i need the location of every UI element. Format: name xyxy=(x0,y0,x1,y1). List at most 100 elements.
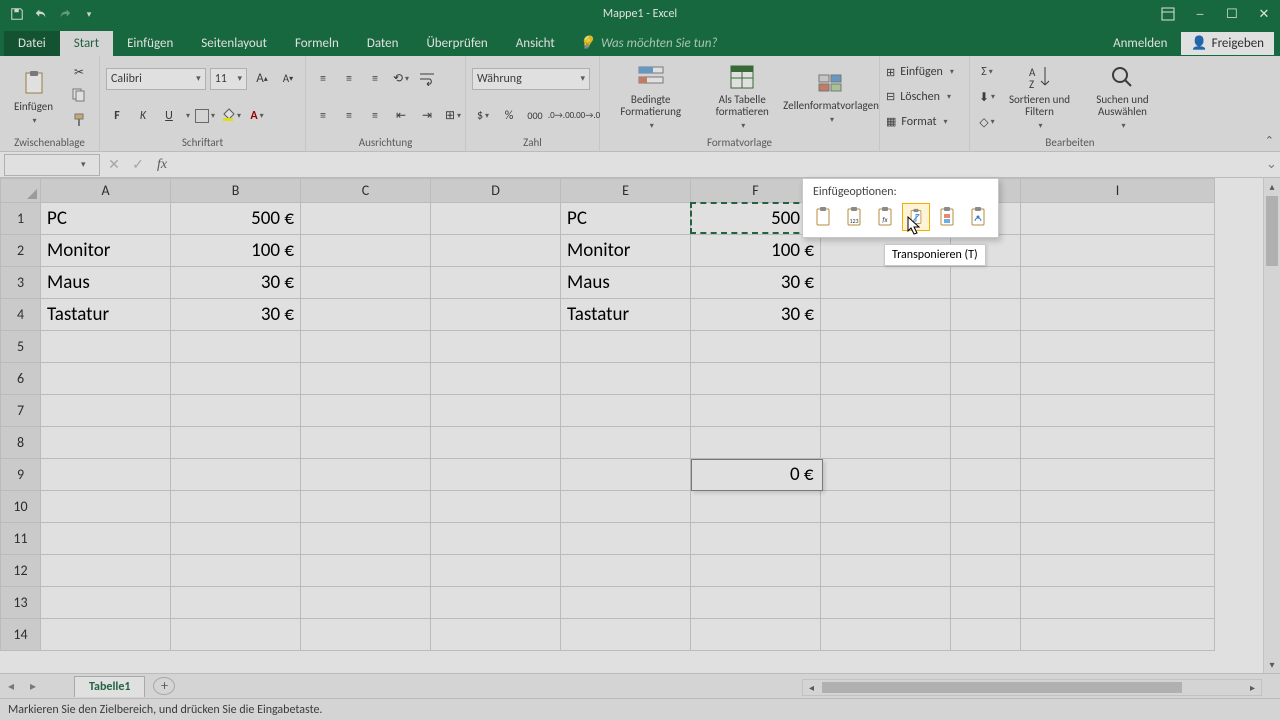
row-header-1[interactable]: 1 xyxy=(1,203,41,235)
cell-I6[interactable] xyxy=(1021,363,1215,395)
cell-H8[interactable] xyxy=(951,427,1021,459)
tab-view[interactable]: Ansicht xyxy=(502,31,569,56)
cell-F6[interactable] xyxy=(691,363,821,395)
cell-C5[interactable] xyxy=(301,331,431,363)
cell-E3[interactable]: Maus xyxy=(561,267,691,299)
tab-start[interactable]: Start xyxy=(60,31,113,56)
format-cells-button[interactable]: Format xyxy=(900,111,937,133)
cell-G6[interactable] xyxy=(821,363,951,395)
cell-C1[interactable] xyxy=(301,203,431,235)
scroll-up-button[interactable]: ▴ xyxy=(1264,178,1280,195)
cell-A7[interactable] xyxy=(41,395,171,427)
cell-I1[interactable] xyxy=(1021,203,1215,235)
shrink-font-button[interactable]: A▾ xyxy=(277,68,299,90)
cell-B5[interactable] xyxy=(171,331,301,363)
cell-I3[interactable] xyxy=(1021,267,1215,299)
cell-C9[interactable] xyxy=(301,459,431,491)
cell-H7[interactable] xyxy=(951,395,1021,427)
spreadsheet-grid[interactable]: ABCDEFGHI1PC500 €PC500 €2Monitor100 €Mon… xyxy=(0,178,1280,673)
cell-I10[interactable] xyxy=(1021,491,1215,523)
paste-option-link[interactable] xyxy=(964,203,992,231)
cell-D8[interactable] xyxy=(431,427,561,459)
cancel-formula-button[interactable]: ✕ xyxy=(102,156,126,173)
copy-button[interactable] xyxy=(68,86,90,108)
decrease-decimal-button[interactable]: .00→.0 xyxy=(576,105,598,127)
cell-G4[interactable] xyxy=(821,299,951,331)
cell-B4[interactable]: 30 € xyxy=(171,299,301,331)
paste-option-formatting[interactable] xyxy=(933,203,961,231)
underline-button[interactable]: U xyxy=(158,105,180,127)
collapse-ribbon-button[interactable]: ⌃ xyxy=(1265,134,1274,147)
qat-customize-icon[interactable]: ▾ xyxy=(80,5,98,23)
cell-A4[interactable]: Tastatur xyxy=(41,299,171,331)
col-header-I[interactable]: I xyxy=(1021,179,1215,203)
cell-E10[interactable] xyxy=(561,491,691,523)
scroll-left-button[interactable]: ◂ xyxy=(803,680,820,695)
cell-C10[interactable] xyxy=(301,491,431,523)
cell-F5[interactable] xyxy=(691,331,821,363)
insert-cells-button[interactable]: Einfügen xyxy=(899,61,944,83)
cell-E9[interactable] xyxy=(561,459,691,491)
cell-B7[interactable] xyxy=(171,395,301,427)
tab-file[interactable]: Datei xyxy=(4,31,60,56)
cell-F11[interactable] xyxy=(691,523,821,555)
vscroll-thumb[interactable] xyxy=(1266,196,1278,266)
row-header-8[interactable]: 8 xyxy=(1,427,41,459)
orientation-button[interactable]: ⟲▾ xyxy=(390,68,412,90)
cell-B11[interactable] xyxy=(171,523,301,555)
cell-F13[interactable] xyxy=(691,587,821,619)
cell-E11[interactable] xyxy=(561,523,691,555)
cell-I4[interactable] xyxy=(1021,299,1215,331)
autosum-button[interactable]: Σ▾ xyxy=(976,61,998,83)
cell-E1[interactable]: PC xyxy=(561,203,691,235)
conditional-formatting-button[interactable]: Bedingte Formatierung▾ xyxy=(606,65,695,129)
cell-D3[interactable] xyxy=(431,267,561,299)
tab-review[interactable]: Überprüfen xyxy=(412,31,501,56)
cell-F14[interactable] xyxy=(691,619,821,651)
formula-input[interactable] xyxy=(174,154,1263,176)
cell-B2[interactable]: 100 € xyxy=(171,235,301,267)
cell-H9[interactable] xyxy=(951,459,1021,491)
cell-C14[interactable] xyxy=(301,619,431,651)
font-color-button[interactable]: A▾ xyxy=(246,105,268,127)
col-header-F[interactable]: F xyxy=(691,179,821,203)
cell-G8[interactable] xyxy=(821,427,951,459)
row-header-14[interactable]: 14 xyxy=(1,619,41,651)
wrap-text-button[interactable] xyxy=(416,68,438,90)
cell-H11[interactable] xyxy=(951,523,1021,555)
sheet-nav-prev[interactable]: ◂ xyxy=(0,679,22,694)
cell-A2[interactable]: Monitor xyxy=(41,235,171,267)
cell-C6[interactable] xyxy=(301,363,431,395)
cell-I2[interactable] xyxy=(1021,235,1215,267)
cell-B13[interactable] xyxy=(171,587,301,619)
cell-E13[interactable] xyxy=(561,587,691,619)
add-sheet-button[interactable]: + xyxy=(153,677,175,695)
cell-A3[interactable]: Maus xyxy=(41,267,171,299)
sheet-tab-active[interactable]: Tabelle1 xyxy=(74,676,145,697)
cell-D14[interactable] xyxy=(431,619,561,651)
cell-H14[interactable] xyxy=(951,619,1021,651)
cell-I8[interactable] xyxy=(1021,427,1215,459)
tab-formulas[interactable]: Formeln xyxy=(281,31,353,56)
cell-A11[interactable] xyxy=(41,523,171,555)
cell-E5[interactable] xyxy=(561,331,691,363)
cell-C8[interactable] xyxy=(301,427,431,459)
accounting-format-button[interactable]: $▾ xyxy=(472,105,494,127)
cell-F3[interactable]: 30 € xyxy=(691,267,821,299)
inline-edit-cell[interactable]: 0 € xyxy=(691,459,823,491)
cell-C7[interactable] xyxy=(301,395,431,427)
delete-cells-button[interactable]: Löschen xyxy=(899,86,941,108)
cell-D7[interactable] xyxy=(431,395,561,427)
cell-C2[interactable] xyxy=(301,235,431,267)
cell-A6[interactable] xyxy=(41,363,171,395)
hscroll-thumb[interactable] xyxy=(822,682,1182,693)
comma-format-button[interactable]: 000 xyxy=(524,105,546,127)
grow-font-button[interactable]: A▴ xyxy=(251,68,273,90)
cell-E2[interactable]: Monitor xyxy=(561,235,691,267)
cell-F12[interactable] xyxy=(691,555,821,587)
cell-H5[interactable] xyxy=(951,331,1021,363)
cell-G13[interactable] xyxy=(821,587,951,619)
name-box-dropdown[interactable]: ▾ xyxy=(77,159,90,170)
paste-option-transpose[interactable] xyxy=(902,203,930,231)
cell-G10[interactable] xyxy=(821,491,951,523)
